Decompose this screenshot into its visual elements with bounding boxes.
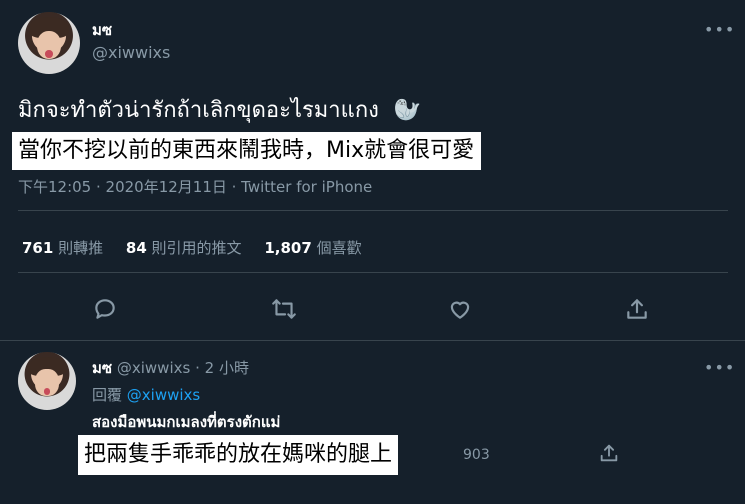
share-icon <box>600 444 618 462</box>
quote-label: 則引用的推文 <box>151 239 242 257</box>
replying-to-link[interactable]: @xiwwixs <box>127 386 200 404</box>
share-button[interactable] <box>624 296 650 322</box>
like-button[interactable] <box>447 296 473 322</box>
reply-handle[interactable]: @xiwwixs <box>117 359 190 377</box>
retweet-label: 則轉推 <box>58 239 104 257</box>
like-label: 個喜歡 <box>316 239 362 257</box>
tweet-text-thai: มิกจะทำตัวน่ารักถ้าเลิกขุดอะไรมาแกง 🦭 <box>18 92 421 127</box>
reply-thai-text: สองมือพนมกเมลงที่ตรงตักแม่ <box>92 413 281 431</box>
reply-count: 903 <box>463 447 490 463</box>
quote-count: 84 <box>125 239 147 257</box>
tweet-meta[interactable]: 下午12:05 · 2020年12月11日 · Twitter for iPho… <box>18 176 372 197</box>
divider <box>18 272 728 273</box>
replying-to-label: 回覆 <box>92 386 123 404</box>
reply-share-button[interactable] <box>598 442 620 464</box>
divider <box>18 210 728 211</box>
reply-icon <box>95 299 115 319</box>
retweet-stat[interactable]: 761 則轉推 <box>22 239 108 257</box>
like-stat[interactable]: 1,807 個喜歡 <box>264 239 361 257</box>
retweet-button[interactable] <box>270 296 298 322</box>
handle[interactable]: @xiwwixs <box>92 43 170 62</box>
seal-emoji-icon: 🦭 <box>393 98 422 123</box>
divider <box>0 340 745 341</box>
retweet-icon <box>272 299 296 319</box>
heart-icon <box>450 301 470 319</box>
avatar-tongue <box>45 50 53 58</box>
reply-caption: 把兩隻手乖乖的放在媽咪的腿上 <box>78 435 399 475</box>
like-count: 1,807 <box>264 239 312 257</box>
more-options-icon[interactable]: ••• <box>704 20 735 39</box>
retweet-count: 761 <box>22 239 54 257</box>
quote-stat[interactable]: 84 則引用的推文 <box>126 239 246 257</box>
more-options-icon[interactable]: ••• <box>704 358 735 377</box>
reply-display-name[interactable]: มซ <box>92 359 112 377</box>
replying-to: 回覆 @xiwwixs <box>92 384 200 405</box>
tweet-caption: 當你不挖以前的東西來鬧我時，Mix就會很可愛 <box>12 132 482 170</box>
reply-button[interactable] <box>92 296 118 322</box>
stats-row: 761 則轉推 84 則引用的推文 1,807 個喜歡 <box>22 237 362 258</box>
tweet-thai-line: มิกจะทำตัวน่ารักถ้าเลิกขุดอะไรมาแกง <box>18 98 379 123</box>
reply-header: มซ @xiwwixs · 2 小時 <box>92 356 249 380</box>
reply-avatar[interactable] <box>18 352 76 410</box>
avatar[interactable] <box>18 12 80 74</box>
share-icon <box>627 299 647 319</box>
reply-time[interactable]: · 2 小時 <box>195 359 249 377</box>
display-name[interactable]: มซ <box>92 18 112 42</box>
